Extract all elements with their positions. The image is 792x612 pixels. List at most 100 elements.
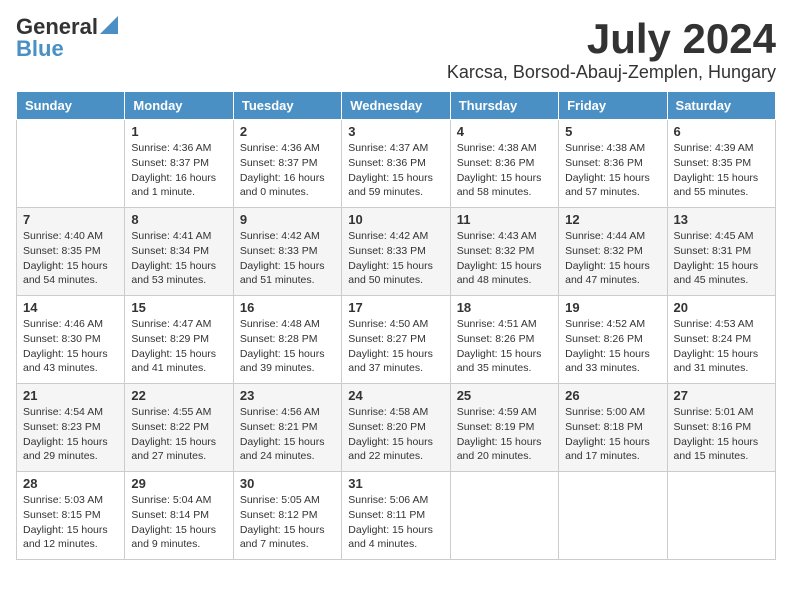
day-number: 10 <box>348 212 443 227</box>
day-info: Sunrise: 4:38 AM Sunset: 8:36 PM Dayligh… <box>457 141 552 200</box>
day-number: 1 <box>131 124 226 139</box>
calendar-cell <box>17 120 125 208</box>
calendar-cell: 7Sunrise: 4:40 AM Sunset: 8:35 PM Daylig… <box>17 208 125 296</box>
calendar-cell: 6Sunrise: 4:39 AM Sunset: 8:35 PM Daylig… <box>667 120 775 208</box>
day-header-saturday: Saturday <box>667 92 775 120</box>
day-number: 3 <box>348 124 443 139</box>
day-number: 6 <box>674 124 769 139</box>
calendar-cell: 14 Sunrise: 4:46 AM Sunset: 8:30 PM Dayli… <box>17 296 125 384</box>
calendar-week-row: 21 Sunrise: 4:54 AM Sunset: 8:23 PM Dayli… <box>17 384 776 472</box>
calendar-cell: 13 Sunrise: 4:45 AM Sunset: 8:31 PM Dayli… <box>667 208 775 296</box>
day-number: 23 <box>240 388 335 403</box>
day-number: 5 <box>565 124 660 139</box>
calendar-cell: 1 Sunrise: 4:36 AM Sunset: 8:37 PM Daylig… <box>125 120 233 208</box>
day-info: Sunrise: 4:44 AM Sunset: 8:32 PM Dayligh… <box>565 229 660 288</box>
calendar-cell: 9 Sunrise: 4:42 AM Sunset: 8:33 PM Daylig… <box>233 208 341 296</box>
calendar-cell: 29 Sunrise: 5:04 AM Sunset: 8:14 PM Dayli… <box>125 472 233 560</box>
calendar-cell <box>450 472 558 560</box>
day-info: Sunrise: 4:36 AM Sunset: 8:37 PM Dayligh… <box>240 141 335 200</box>
day-header-thursday: Thursday <box>450 92 558 120</box>
calendar-cell: 20Sunrise: 4:53 AM Sunset: 8:24 PM Dayli… <box>667 296 775 384</box>
calendar-cell: 18 Sunrise: 4:51 AM Sunset: 8:26 PM Dayli… <box>450 296 558 384</box>
day-number: 11 <box>457 212 552 227</box>
day-number: 12 <box>565 212 660 227</box>
day-info: Sunrise: 5:00 AM Sunset: 8:18 PM Dayligh… <box>565 405 660 464</box>
calendar-cell: 31Sunrise: 5:06 AM Sunset: 8:11 PM Dayli… <box>342 472 450 560</box>
day-info: Sunrise: 4:42 AM Sunset: 8:33 PM Dayligh… <box>348 229 443 288</box>
day-info: Sunrise: 4:42 AM Sunset: 8:33 PM Dayligh… <box>240 229 335 288</box>
day-number: 31 <box>348 476 443 491</box>
day-info: Sunrise: 5:03 AM Sunset: 8:15 PM Dayligh… <box>23 493 118 552</box>
day-number: 30 <box>240 476 335 491</box>
day-number: 24 <box>348 388 443 403</box>
location-title: Karcsa, Borsod-Abauj-Zemplen, Hungary <box>447 62 776 83</box>
day-info: Sunrise: 4:56 AM Sunset: 8:21 PM Dayligh… <box>240 405 335 464</box>
calendar-week-row: 14 Sunrise: 4:46 AM Sunset: 8:30 PM Dayli… <box>17 296 776 384</box>
logo: General Blue <box>16 16 118 61</box>
calendar-cell <box>667 472 775 560</box>
calendar-cell: 11 Sunrise: 4:43 AM Sunset: 8:32 PM Dayli… <box>450 208 558 296</box>
day-info: Sunrise: 4:40 AM Sunset: 8:35 PM Dayligh… <box>23 229 118 288</box>
day-number: 14 <box>23 300 118 315</box>
calendar-cell: 5 Sunrise: 4:38 AM Sunset: 8:36 PM Daylig… <box>559 120 667 208</box>
calendar-cell: 15Sunrise: 4:47 AM Sunset: 8:29 PM Dayli… <box>125 296 233 384</box>
day-header-wednesday: Wednesday <box>342 92 450 120</box>
day-info: Sunrise: 4:53 AM Sunset: 8:24 PM Dayligh… <box>674 317 769 376</box>
day-number: 22 <box>131 388 226 403</box>
day-number: 18 <box>457 300 552 315</box>
calendar-cell: 19 Sunrise: 4:52 AM Sunset: 8:26 PM Dayli… <box>559 296 667 384</box>
calendar-cell: 23 Sunrise: 4:56 AM Sunset: 8:21 PM Dayli… <box>233 384 341 472</box>
day-info: Sunrise: 4:54 AM Sunset: 8:23 PM Dayligh… <box>23 405 118 464</box>
day-info: Sunrise: 4:38 AM Sunset: 8:36 PM Dayligh… <box>565 141 660 200</box>
day-number: 8 <box>131 212 226 227</box>
day-info: Sunrise: 4:45 AM Sunset: 8:31 PM Dayligh… <box>674 229 769 288</box>
day-number: 17 <box>348 300 443 315</box>
day-info: Sunrise: 5:01 AM Sunset: 8:16 PM Dayligh… <box>674 405 769 464</box>
calendar-cell: 26Sunrise: 5:00 AM Sunset: 8:18 PM Dayli… <box>559 384 667 472</box>
calendar-cell: 12 Sunrise: 4:44 AM Sunset: 8:32 PM Dayli… <box>559 208 667 296</box>
calendar-cell: 24Sunrise: 4:58 AM Sunset: 8:20 PM Dayli… <box>342 384 450 472</box>
day-header-tuesday: Tuesday <box>233 92 341 120</box>
day-info: Sunrise: 4:37 AM Sunset: 8:36 PM Dayligh… <box>348 141 443 200</box>
title-section: July 2024 Karcsa, Borsod-Abauj-Zemplen, … <box>447 16 776 83</box>
calendar-week-row: 7Sunrise: 4:40 AM Sunset: 8:35 PM Daylig… <box>17 208 776 296</box>
calendar-cell: 4 Sunrise: 4:38 AM Sunset: 8:36 PM Daylig… <box>450 120 558 208</box>
calendar-cell: 25 Sunrise: 4:59 AM Sunset: 8:19 PM Dayli… <box>450 384 558 472</box>
day-number: 19 <box>565 300 660 315</box>
day-info: Sunrise: 4:43 AM Sunset: 8:32 PM Dayligh… <box>457 229 552 288</box>
month-title: July 2024 <box>447 16 776 62</box>
calendar-cell: 8Sunrise: 4:41 AM Sunset: 8:34 PM Daylig… <box>125 208 233 296</box>
day-number: 16 <box>240 300 335 315</box>
day-info: Sunrise: 4:51 AM Sunset: 8:26 PM Dayligh… <box>457 317 552 376</box>
calendar-cell: 21 Sunrise: 4:54 AM Sunset: 8:23 PM Dayli… <box>17 384 125 472</box>
day-info: Sunrise: 4:52 AM Sunset: 8:26 PM Dayligh… <box>565 317 660 376</box>
calendar-cell: 27Sunrise: 5:01 AM Sunset: 8:16 PM Dayli… <box>667 384 775 472</box>
calendar-cell: 3 Sunrise: 4:37 AM Sunset: 8:36 PM Daylig… <box>342 120 450 208</box>
calendar-cell: 16Sunrise: 4:48 AM Sunset: 8:28 PM Dayli… <box>233 296 341 384</box>
calendar-cell: 10 Sunrise: 4:42 AM Sunset: 8:33 PM Dayli… <box>342 208 450 296</box>
day-header-sunday: Sunday <box>17 92 125 120</box>
day-info: Sunrise: 4:59 AM Sunset: 8:19 PM Dayligh… <box>457 405 552 464</box>
day-number: 4 <box>457 124 552 139</box>
page-header: General Blue July 2024 Karcsa, Borsod-Ab… <box>16 16 776 83</box>
calendar-cell <box>559 472 667 560</box>
calendar-cell: 17Sunrise: 4:50 AM Sunset: 8:27 PM Dayli… <box>342 296 450 384</box>
calendar-cell: 30Sunrise: 5:05 AM Sunset: 8:12 PM Dayli… <box>233 472 341 560</box>
calendar-week-row: 1 Sunrise: 4:36 AM Sunset: 8:37 PM Daylig… <box>17 120 776 208</box>
calendar-cell: 22 Sunrise: 4:55 AM Sunset: 8:22 PM Dayli… <box>125 384 233 472</box>
logo-general-text: General <box>16 16 98 38</box>
day-number: 13 <box>674 212 769 227</box>
day-info: Sunrise: 5:04 AM Sunset: 8:14 PM Dayligh… <box>131 493 226 552</box>
day-info: Sunrise: 4:36 AM Sunset: 8:37 PM Dayligh… <box>131 141 226 200</box>
calendar-header-row: SundayMondayTuesdayWednesdayThursdayFrid… <box>17 92 776 120</box>
logo-triangle-icon <box>100 16 118 34</box>
day-info: Sunrise: 4:46 AM Sunset: 8:30 PM Dayligh… <box>23 317 118 376</box>
day-header-monday: Monday <box>125 92 233 120</box>
day-info: Sunrise: 4:55 AM Sunset: 8:22 PM Dayligh… <box>131 405 226 464</box>
day-number: 15 <box>131 300 226 315</box>
day-number: 21 <box>23 388 118 403</box>
day-number: 9 <box>240 212 335 227</box>
day-number: 29 <box>131 476 226 491</box>
calendar-week-row: 28Sunrise: 5:03 AM Sunset: 8:15 PM Dayli… <box>17 472 776 560</box>
day-number: 25 <box>457 388 552 403</box>
